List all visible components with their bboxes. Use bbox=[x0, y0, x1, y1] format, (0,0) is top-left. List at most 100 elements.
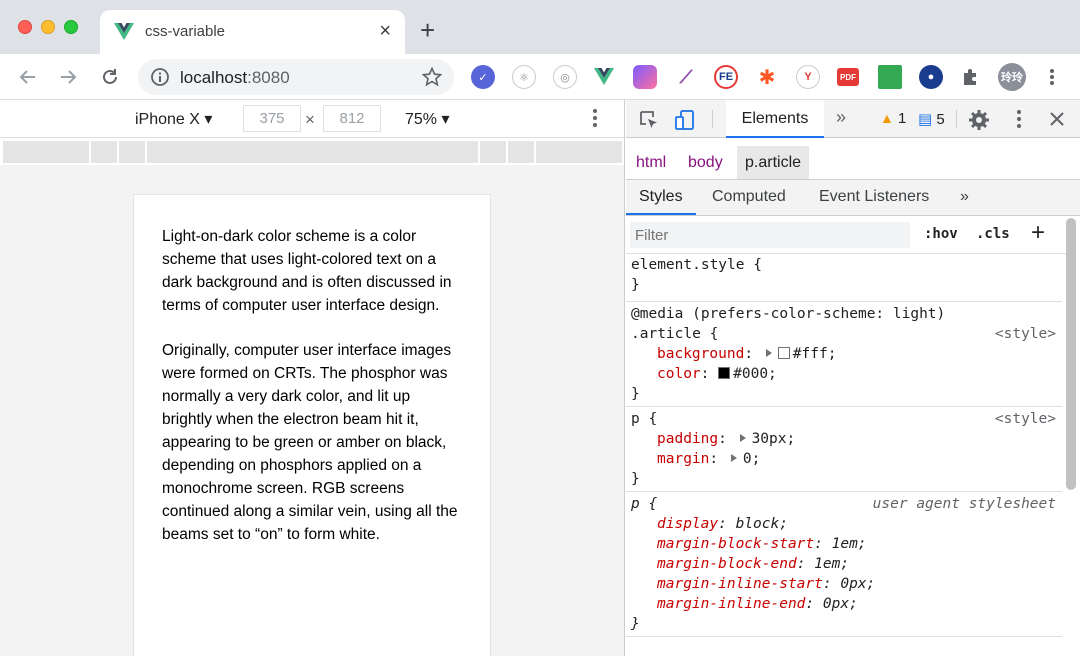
url-text: localhost:8080 bbox=[180, 68, 290, 87]
property-margin-block-start: margin-block-start: 1em; bbox=[657, 536, 867, 552]
vue-icon bbox=[594, 68, 614, 85]
color-extension-icon[interactable] bbox=[633, 65, 657, 89]
new-tab-button[interactable]: + bbox=[420, 17, 435, 43]
expand-triangle-icon[interactable] bbox=[765, 349, 772, 357]
rule-selector: p { bbox=[631, 496, 658, 512]
green-square-extension-icon[interactable] bbox=[878, 65, 902, 89]
reload-button[interactable] bbox=[96, 63, 124, 91]
rule-close: } bbox=[631, 616, 640, 632]
width-input[interactable]: 375 bbox=[243, 105, 301, 132]
article-paragraph-1: Light-on-dark color scheme is a color sc… bbox=[162, 228, 452, 314]
expand-triangle-icon[interactable] bbox=[730, 454, 737, 462]
devtools-toolbar: Elements » ▲ 1 ▤ 5 bbox=[626, 100, 1080, 138]
device-emulation-pane: iPhone X ▾ 375 × 812 75% ▾ Light-on-dark… bbox=[0, 100, 625, 656]
styles-subtabs: Styles Computed Event Listeners » bbox=[626, 180, 1080, 216]
info-icon[interactable] bbox=[150, 67, 170, 87]
expand-triangle-icon[interactable] bbox=[739, 434, 746, 442]
rule-selector[interactable]: .article { bbox=[631, 326, 718, 342]
address-bar[interactable]: localhost:8080 bbox=[138, 59, 454, 95]
property-color[interactable]: color: #000; bbox=[631, 364, 1056, 384]
dimension-separator: × bbox=[305, 110, 315, 129]
react-extension-icon[interactable]: ⚛ bbox=[512, 65, 536, 89]
property-margin-inline-end: margin-inline-end: 0px; bbox=[657, 596, 858, 612]
media-query: @media (prefers-color-scheme: light) bbox=[631, 306, 946, 322]
asterisk-extension-icon[interactable]: ✱ bbox=[755, 65, 779, 89]
back-button[interactable] bbox=[14, 63, 42, 91]
rule-close: } bbox=[631, 386, 640, 402]
tab-computed[interactable]: Computed bbox=[712, 188, 786, 206]
maximize-window-button[interactable] bbox=[64, 20, 78, 34]
media-query-ruler[interactable] bbox=[3, 141, 622, 163]
article-card: Light-on-dark color scheme is a color sc… bbox=[133, 194, 491, 656]
rule-p: p { <style> padding: 30px; margin: 0; } bbox=[626, 407, 1062, 492]
warnings-count[interactable]: ▲ 1 bbox=[880, 110, 906, 127]
tab-elements[interactable]: Elements bbox=[726, 100, 824, 138]
styles-scrollbar[interactable] bbox=[1066, 218, 1076, 490]
browser-menu-button[interactable] bbox=[1040, 65, 1064, 89]
rule-selector[interactable]: element.style { bbox=[631, 255, 1056, 275]
inspect-element-icon[interactable] bbox=[638, 109, 660, 131]
fe-extension-icon[interactable]: FE bbox=[714, 65, 738, 89]
article-paragraph-2: Originally, computer user interface imag… bbox=[162, 342, 458, 543]
rule-media-article: @media (prefers-color-scheme: light) .ar… bbox=[626, 302, 1062, 407]
reload-icon bbox=[103, 69, 117, 84]
tab-styles[interactable]: Styles bbox=[639, 188, 683, 206]
active-tab-indicator bbox=[626, 213, 696, 215]
property-padding[interactable]: padding: 30px; bbox=[631, 429, 1056, 449]
styles-filter-input[interactable] bbox=[630, 222, 910, 248]
device-toolbar-icon[interactable] bbox=[674, 109, 696, 131]
rule-source-link[interactable]: <style> bbox=[995, 409, 1056, 429]
target-extension-icon[interactable]: ◎ bbox=[553, 65, 577, 89]
messages-count[interactable]: ▤ 5 bbox=[918, 110, 945, 128]
y-extension-icon[interactable]: Y bbox=[796, 65, 820, 89]
property-margin[interactable]: margin: 0; bbox=[631, 449, 1056, 469]
more-tabs-button[interactable]: » bbox=[836, 107, 846, 128]
property-margin-block-end: margin-block-end: 1em; bbox=[657, 556, 850, 572]
style-rules: element.style { } @media (prefers-color-… bbox=[626, 254, 1062, 637]
profile-avatar[interactable]: 玲玲 bbox=[998, 63, 1026, 91]
breadcrumb-html[interactable]: html bbox=[636, 154, 666, 172]
planet-extension-icon[interactable]: ● bbox=[919, 65, 943, 89]
new-style-rule-button[interactable]: + bbox=[1031, 219, 1045, 247]
bookmark-star-icon[interactable] bbox=[422, 67, 442, 87]
rule-element-style: element.style { } bbox=[626, 254, 1062, 302]
devtools-panel: Elements » ▲ 1 ▤ 5 html body p.article S… bbox=[626, 100, 1080, 656]
styles-filter-bar: :hov .cls + bbox=[626, 216, 1066, 254]
minimize-window-button[interactable] bbox=[41, 20, 55, 34]
close-window-button[interactable] bbox=[18, 20, 32, 34]
class-toggle[interactable]: .cls bbox=[976, 226, 1010, 242]
rule-close: } bbox=[631, 471, 640, 487]
property-margin-inline-start: margin-inline-start: 0px; bbox=[657, 576, 876, 592]
rule-source-link[interactable]: <style> bbox=[995, 324, 1056, 344]
vue-devtools-icon[interactable] bbox=[592, 65, 616, 89]
property-background[interactable]: background: #fff; bbox=[631, 344, 1056, 364]
browser-tab[interactable]: css-variable × bbox=[100, 10, 405, 54]
feather-extension-icon[interactable]: ⟋ bbox=[674, 65, 698, 89]
breadcrumb-p-article[interactable]: p.article bbox=[737, 146, 810, 179]
gear-icon[interactable] bbox=[968, 109, 990, 131]
forward-button[interactable] bbox=[54, 63, 82, 91]
extensions-puzzle-icon[interactable] bbox=[959, 65, 983, 89]
close-devtools-icon[interactable] bbox=[1049, 111, 1065, 127]
tab-event-listeners[interactable]: Event Listeners bbox=[819, 188, 929, 206]
property-display: display: block; bbox=[657, 516, 788, 532]
breadcrumb-body[interactable]: body bbox=[688, 154, 723, 172]
height-input[interactable]: 812 bbox=[323, 105, 381, 132]
browser-toolbar: localhost:8080 ✓ ⚛ ◎ ⟋ FE ✱ Y PDF ● 玲玲 bbox=[0, 54, 1080, 100]
color-swatch-black[interactable] bbox=[718, 367, 731, 379]
pdf-extension-icon[interactable]: PDF bbox=[837, 68, 859, 86]
rule-source-label: user agent stylesheet bbox=[872, 496, 1056, 512]
tab-close-icon[interactable]: × bbox=[379, 20, 391, 42]
check-extension-icon[interactable]: ✓ bbox=[471, 65, 495, 89]
device-menu-icon[interactable] bbox=[592, 108, 598, 128]
device-select[interactable]: iPhone X ▾ bbox=[135, 109, 212, 129]
more-subtabs-button[interactable]: » bbox=[960, 188, 969, 206]
devtools-menu-icon[interactable] bbox=[1016, 109, 1022, 129]
color-swatch-white[interactable] bbox=[777, 347, 790, 359]
message-icon: ▤ bbox=[918, 111, 933, 128]
puzzle-icon bbox=[964, 69, 976, 85]
rule-selector[interactable]: p { bbox=[631, 411, 657, 427]
vue-icon bbox=[114, 23, 134, 40]
hover-state-toggle[interactable]: :hov bbox=[924, 226, 958, 242]
zoom-select[interactable]: 75% ▾ bbox=[405, 109, 450, 129]
